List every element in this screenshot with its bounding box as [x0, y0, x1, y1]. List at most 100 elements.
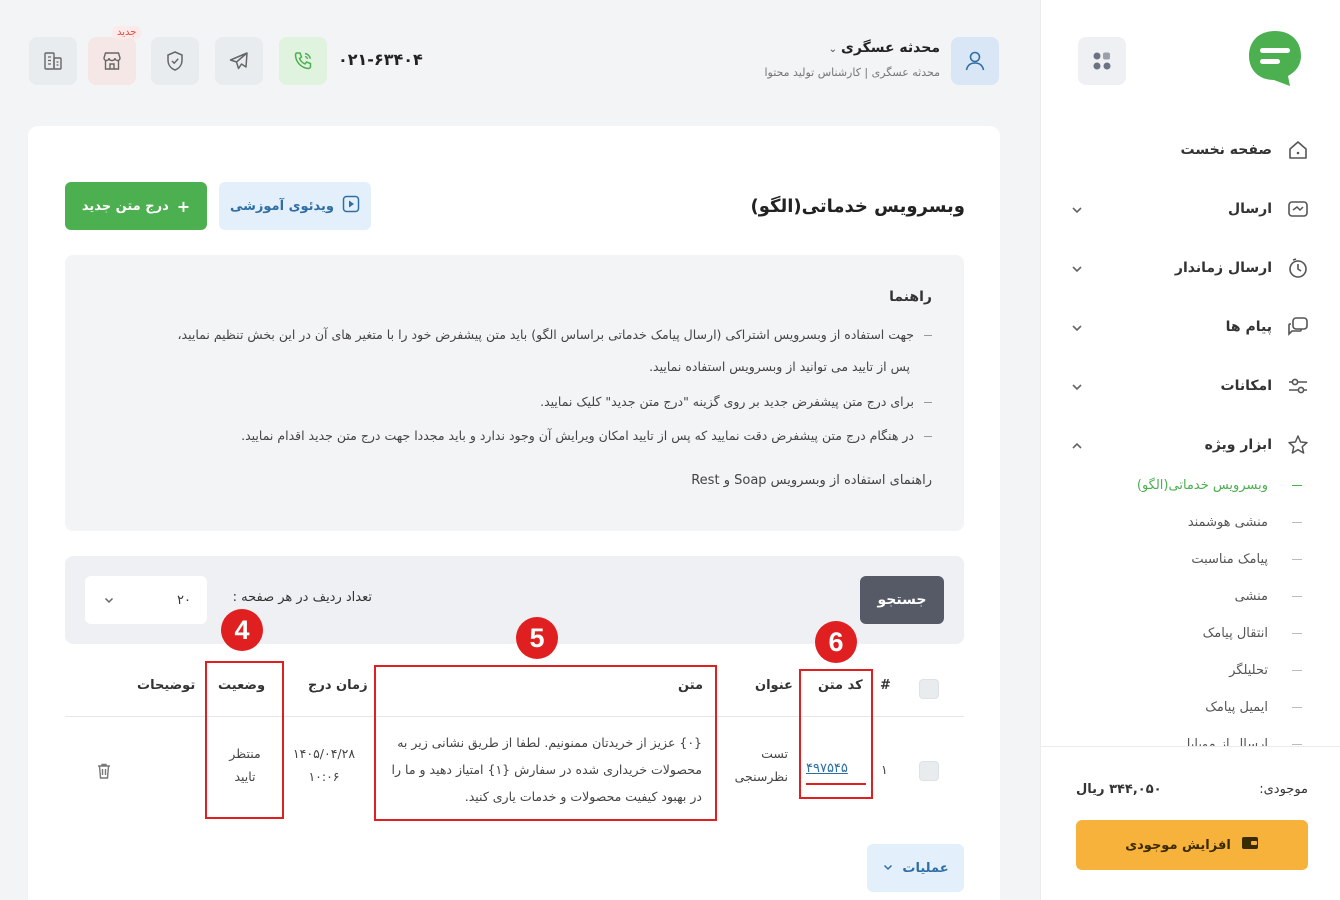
- guide-panel: راهنما جهت استفاده از وبسرویس اشتراکی (ا…: [65, 255, 964, 531]
- telegram-button[interactable]: [215, 37, 263, 85]
- telegram-icon: [229, 52, 248, 70]
- submenu-bullet: [1292, 558, 1302, 561]
- sidebar-item-special-tools[interactable]: ابزار ویژه: [1070, 415, 1310, 474]
- chevron-down-icon: [103, 591, 115, 610]
- plus-icon: +: [176, 196, 191, 216]
- brand-logo[interactable]: [1246, 28, 1304, 88]
- operations-button[interactable]: عملیات: [867, 844, 964, 892]
- sidebar-item-send[interactable]: ارسال: [1070, 179, 1310, 238]
- sidebar-divider: [1040, 746, 1340, 747]
- operations-label: عملیات: [902, 860, 949, 876]
- submenu-item-analyzer[interactable]: تحلیلگر: [1062, 652, 1302, 689]
- guide-item-text: جهت استفاده از وبسرویس اشتراکی (ارسال پی…: [177, 327, 915, 342]
- chevron-down-icon: [1070, 379, 1084, 393]
- guide-item: جهت استفاده از وبسرویس اشتراکی (ارسال پی…: [177, 327, 932, 342]
- sidebar-item-label: ابزار ویژه: [1204, 436, 1272, 453]
- support-phone-number[interactable]: ۰۲۱-۶۳۴۰۴: [338, 50, 423, 69]
- submenu-bullet: [1292, 706, 1302, 709]
- submenu-bullet: [1292, 521, 1302, 524]
- active-indicator: [1292, 484, 1302, 487]
- add-new-text-button[interactable]: + درج متن جدید: [65, 182, 207, 230]
- topup-balance-button[interactable]: افزایش موجودی: [1076, 820, 1308, 870]
- sidebar-item-label: پیام ها: [1225, 318, 1272, 335]
- home-icon: [1286, 138, 1310, 162]
- column-header-date: زمان درج: [308, 678, 368, 693]
- tutorial-video-label: ویدئوی آموزشی: [229, 198, 335, 214]
- submenu-item-sms-transfer[interactable]: انتقال پیامک: [1062, 615, 1302, 652]
- trash-icon[interactable]: [96, 762, 112, 780]
- wallet-icon: [1241, 835, 1259, 855]
- submenu-item-label: انتقال پیامک: [1202, 626, 1268, 641]
- topup-label: افزایش موجودی: [1125, 837, 1231, 853]
- search-button[interactable]: جستجو: [860, 576, 944, 624]
- sidebar-item-scheduled-send[interactable]: ارسال زماندار: [1070, 238, 1310, 297]
- annotation-box-code: [799, 669, 873, 799]
- annotation-marker-4: 4: [221, 609, 263, 651]
- column-header-index: #: [880, 678, 891, 693]
- tutorial-video-button[interactable]: ویدئوی آموزشی: [219, 182, 371, 230]
- submenu-item-email-sms[interactable]: ایمیل پیامک: [1062, 689, 1302, 726]
- submenu-item-label: وبسرویس خدماتی(الگو): [1136, 478, 1268, 493]
- submenu-item-service-webservice[interactable]: وبسرویس خدماتی(الگو): [1062, 467, 1302, 504]
- store-button[interactable]: [88, 37, 136, 85]
- rows-per-page-value: ۲۰: [177, 592, 191, 608]
- chevron-down-icon: [882, 861, 894, 876]
- phone-button[interactable]: [279, 37, 327, 85]
- sidebar-item-label: امکانات: [1220, 377, 1272, 394]
- submenu-item-label: منشی: [1234, 589, 1268, 604]
- sidebar-item-features[interactable]: امکانات: [1070, 356, 1310, 415]
- row-index: ۱: [881, 762, 888, 777]
- star-icon: [1286, 433, 1310, 457]
- building-icon: [44, 52, 62, 70]
- sidebar-item-messages[interactable]: پیام ها: [1070, 297, 1310, 356]
- rows-per-page-label: تعداد ردیف در هر صفحه :: [232, 590, 372, 605]
- select-all-checkbox[interactable]: [919, 679, 939, 699]
- row-title-line: نظرسنجی: [734, 769, 788, 784]
- submenu-item-smart-secretary[interactable]: منشی هوشمند: [1062, 504, 1302, 541]
- settings-sliders-icon: [1286, 374, 1310, 398]
- submenu-bullet: [1292, 632, 1302, 635]
- guide-item-continuation: پس از تایید می توانید از وبسرویس استفاده…: [649, 359, 910, 374]
- sidebar: صفحه نخست ارسال ارسال زماندار پیام ها ام…: [1040, 0, 1340, 900]
- apps-menu-button[interactable]: [1078, 37, 1126, 85]
- submenu-item-label: منشی هوشمند: [1187, 515, 1268, 530]
- chevron-down-icon: [1070, 261, 1084, 275]
- user-icon: [965, 51, 985, 71]
- sidebar-item-home[interactable]: صفحه نخست: [1070, 120, 1310, 179]
- submenu-item-send-from-mobile[interactable]: ارسال از موبایل: [1062, 726, 1302, 747]
- security-button[interactable]: [151, 37, 199, 85]
- submenu-item-occasion-sms[interactable]: پیامک مناسبت: [1062, 541, 1302, 578]
- apps-grid-icon: [1093, 52, 1111, 70]
- guide-item: برای درج متن پیشفرض جدید بر روی گزینه "د…: [540, 394, 932, 409]
- rows-per-page-select[interactable]: ۲۰: [85, 576, 207, 624]
- row-time: ۱۰:۰۶: [308, 769, 340, 784]
- shield-icon: [167, 51, 183, 71]
- row-select-checkbox[interactable]: [919, 761, 939, 781]
- submenu-item-secretary[interactable]: منشی: [1062, 578, 1302, 615]
- add-new-text-label: درج متن جدید: [81, 198, 169, 214]
- guide-bullet: [924, 435, 932, 438]
- submenu-item-label: تحلیلگر: [1229, 663, 1268, 678]
- guide-bullet: [924, 334, 932, 337]
- organization-button[interactable]: [29, 37, 77, 85]
- annotation-box-text: [374, 665, 717, 821]
- guide-item: در هنگام درج متن پیشفرض دقت نمایید که پس…: [241, 428, 932, 443]
- annotation-marker-6: 6: [815, 621, 857, 663]
- sidebar-item-label: ارسال زماندار: [1174, 259, 1272, 276]
- submenu-item-label: پیامک مناسبت: [1191, 552, 1268, 567]
- annotation-underline-code: [806, 783, 866, 785]
- column-header-title: عنوان: [755, 678, 793, 693]
- balance-label: موجودی:: [1259, 782, 1308, 797]
- play-video-icon: [342, 195, 360, 217]
- guide-bullet: [924, 401, 932, 404]
- user-avatar[interactable]: [951, 37, 999, 85]
- chevron-down-icon: ⌄: [828, 44, 838, 55]
- chevron-down-icon: [1070, 320, 1084, 334]
- store-icon: [103, 52, 121, 70]
- scheduled-send-icon: [1286, 256, 1310, 280]
- sidebar-item-label: ارسال: [1227, 200, 1272, 217]
- send-message-icon: [1286, 197, 1310, 221]
- annotation-box-status: [205, 661, 284, 819]
- webservice-guide-link[interactable]: راهنمای استفاده از وبسرویس Soap و Rest: [691, 473, 932, 488]
- user-menu[interactable]: محدثه عسگری⌄: [760, 40, 940, 56]
